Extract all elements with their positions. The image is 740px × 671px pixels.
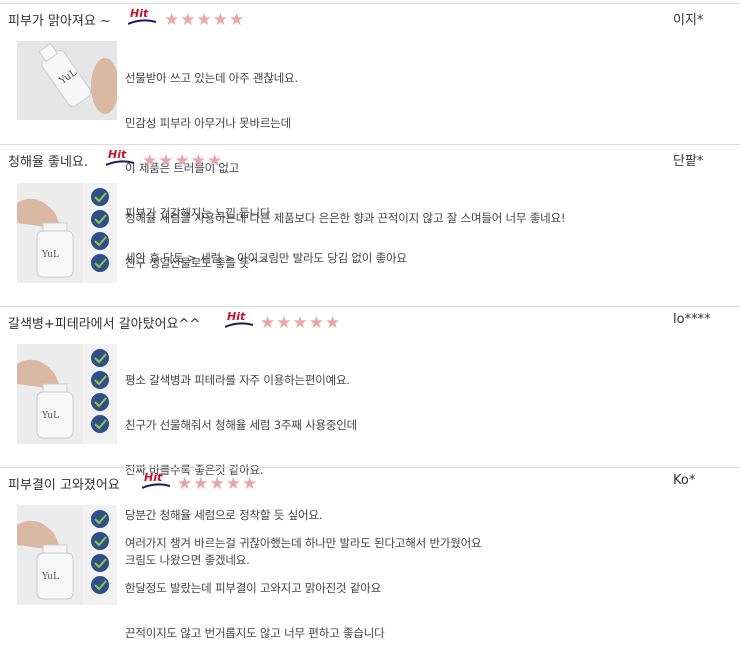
swoosh-icon [106, 160, 134, 166]
divider [0, 306, 740, 307]
review-body: 여러가지 챙겨 바르는걸 귀찮아했는데 하나만 발라도 된다고해서 반가웠어요 … [125, 506, 482, 671]
swoosh-icon [142, 483, 170, 489]
serum-bottle-image: YuL [17, 41, 117, 120]
review-body: 청해율 세럼을 사용하는데 다른 제품보다 은은한 향과 끈적이지 않고 잘 스… [125, 181, 566, 301]
review-item: 청해율 좋네요. Hit ★★★★★ 단팥* YuL 청해율 세럼을 사용하는데… [0, 144, 740, 307]
divider [0, 144, 740, 145]
review-line: 친구가 선물해줘서 청해율 세럼 3주째 사용중인데 [125, 418, 357, 432]
divider [0, 3, 740, 4]
product-thumbnail[interactable]: YuL [17, 183, 117, 283]
hit-badge: Hit [106, 148, 136, 168]
svg-text:YuL: YuL [41, 250, 59, 260]
review-line: 청해율 세럼을 사용하는데 다른 제품보다 은은한 향과 끈적이지 않고 잘 스… [125, 211, 566, 225]
review-line: 평소 갈색병과 피테라를 자주 이용하는편이예요. [125, 373, 350, 387]
swoosh-icon [225, 322, 253, 328]
review-author: Ko* [673, 473, 696, 488]
divider [0, 467, 740, 468]
rating-stars: ★★★★★ [177, 474, 259, 494]
review-item: 갈색병+피테라에서 갈아탔어요^^ Hit ★★★★★ lo**** YuL 평… [0, 306, 740, 567]
serum-bottle-image: YuL [17, 344, 117, 444]
review-title[interactable]: 피부결이 고와졌어요 [8, 474, 120, 493]
review-author: lo**** [673, 312, 711, 327]
rating-stars: ★★★★★ [142, 151, 224, 171]
review-line: 여러가지 챙겨 바르는걸 귀찮아했는데 하나만 발라도 된다고해서 반가웠어요 [125, 536, 482, 550]
review-author: 이지* [673, 13, 704, 28]
hit-badge: Hit [128, 7, 158, 27]
hit-badge: Hit [225, 310, 255, 330]
svg-text:YuL: YuL [41, 411, 59, 421]
review-title[interactable]: 갈색병+피테라에서 갈아탔어요^^ [8, 313, 200, 332]
serum-bottle-image: YuL [17, 183, 117, 283]
product-thumbnail[interactable]: YuL [17, 505, 117, 605]
rating-stars: ★★★★★ [164, 10, 246, 30]
review-line: 한달정도 발랐는데 피부결이 고와지고 맑아진것 같아요 [125, 581, 382, 595]
serum-bottle-image: YuL [17, 505, 117, 605]
svg-text:YuL: YuL [41, 572, 59, 582]
review-line: 친구 생일선물로도 좋을 듯^^ [125, 256, 269, 270]
review-item: 피부가 맑아져요 ~ Hit ★★★★★ 이지* YuL 선물받아 쓰고 있는데… [0, 3, 740, 265]
rating-stars: ★★★★★ [260, 313, 342, 333]
product-thumbnail[interactable]: YuL [17, 41, 117, 120]
review-title[interactable]: 피부가 맑아져요 ~ [8, 10, 111, 29]
review-line: 끈적이지도 않고 번거롭지도 않고 너무 편하고 좋습니다 [125, 626, 385, 640]
swoosh-icon [128, 19, 156, 25]
review-line: 선물받아 쓰고 있는데 아주 괜찮네요. [125, 71, 298, 85]
review-item: 피부결이 고와졌어요 Hit ★★★★★ Ko* YuL 여러가지 챙겨 바르는… [0, 467, 740, 640]
hit-badge: Hit [142, 471, 172, 491]
review-line: 민감성 피부라 아무거나 못바르는데 [125, 116, 292, 130]
review-author: 단팥* [673, 154, 704, 169]
review-title[interactable]: 청해율 좋네요. [8, 151, 88, 170]
product-thumbnail[interactable]: YuL [17, 344, 117, 444]
